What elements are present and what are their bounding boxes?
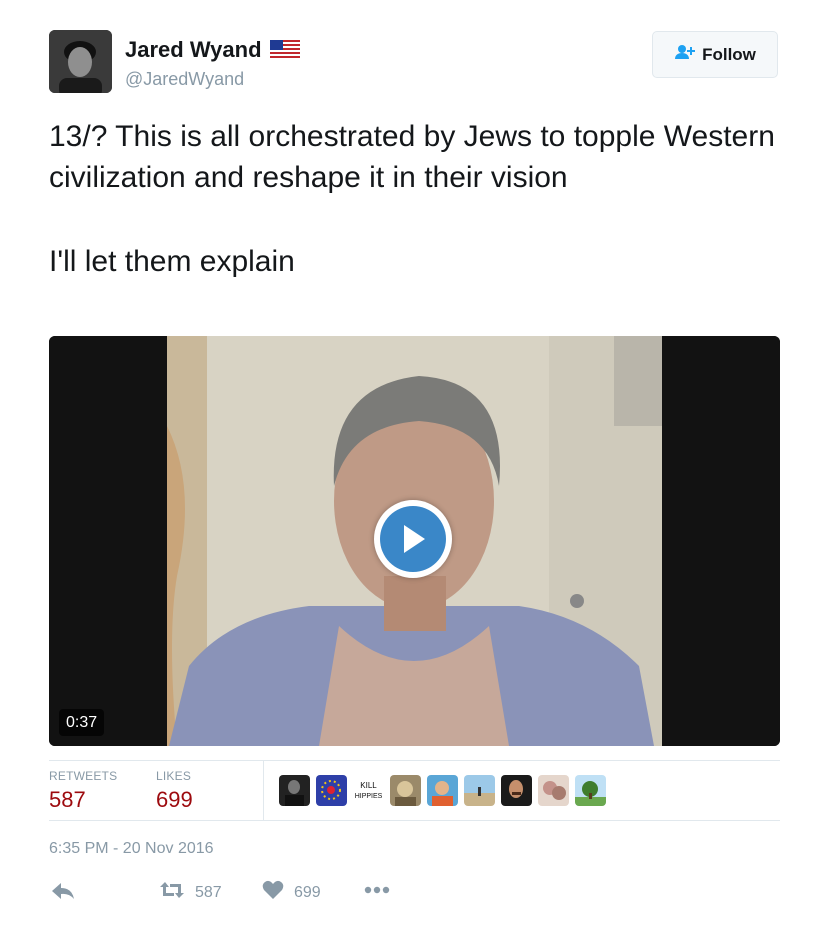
follow-button[interactable]: Follow [652, 31, 778, 78]
user-name-row[interactable]: Jared Wyand [125, 37, 300, 63]
tweet-stats: RETWEETS 587 LIKES 699 KILL HIPPIES [49, 760, 780, 821]
add-user-icon [674, 44, 696, 65]
tweet-actions: 587 699 [49, 878, 449, 908]
retweets-stat[interactable]: RETWEETS 587 [49, 769, 117, 813]
follow-label: Follow [702, 44, 756, 64]
liker-avatar[interactable] [279, 775, 310, 806]
stats-divider [263, 761, 264, 820]
retweets-label: RETWEETS [49, 769, 118, 783]
us-flag-icon [269, 40, 300, 60]
liker-avatar[interactable] [427, 775, 458, 806]
reply-button[interactable] [51, 881, 75, 906]
svg-text:HIPPIES: HIPPIES [355, 793, 383, 800]
tweet-paragraph: I'll let them explain [49, 245, 295, 278]
retweet-count: 587 [195, 883, 222, 901]
video-duration: 0:37 [59, 709, 105, 736]
more-icon [364, 882, 390, 900]
liker-avatar[interactable] [501, 775, 532, 806]
retweets-count: 587 [49, 787, 86, 812]
likes-stat[interactable]: LIKES 699 [156, 769, 193, 813]
avatar[interactable] [49, 30, 112, 93]
play-button[interactable] [374, 500, 452, 578]
likes-label: LIKES [156, 769, 192, 783]
like-count: 699 [294, 883, 321, 901]
user-name[interactable]: Jared Wyand [125, 37, 262, 63]
svg-text:KILL: KILL [360, 781, 377, 790]
play-icon [380, 506, 446, 572]
liker-avatar[interactable]: KILL HIPPIES [353, 775, 384, 806]
liker-avatar[interactable] [464, 775, 495, 806]
like-button[interactable]: 699 [262, 880, 321, 905]
tweet-paragraph: 13/? This is all orchestrated by Jews to… [49, 120, 775, 194]
liker-avatars: KILL HIPPIES [279, 775, 606, 806]
liker-avatar[interactable] [538, 775, 569, 806]
retweet-icon [159, 880, 185, 905]
liker-avatar[interactable] [316, 775, 347, 806]
more-button[interactable] [364, 882, 390, 900]
liker-avatar[interactable] [390, 775, 421, 806]
tweet-timestamp[interactable]: 6:35 PM - 20 Nov 2016 [49, 840, 214, 858]
retweet-button[interactable]: 587 [159, 880, 222, 905]
user-handle[interactable]: @JaredWyand [125, 69, 244, 90]
liker-avatar[interactable] [575, 775, 606, 806]
likes-count: 699 [156, 787, 193, 812]
tweet-text: 13/? This is all orchestrated by Jews to… [49, 116, 779, 282]
heart-icon [262, 880, 284, 905]
reply-icon [51, 881, 75, 906]
